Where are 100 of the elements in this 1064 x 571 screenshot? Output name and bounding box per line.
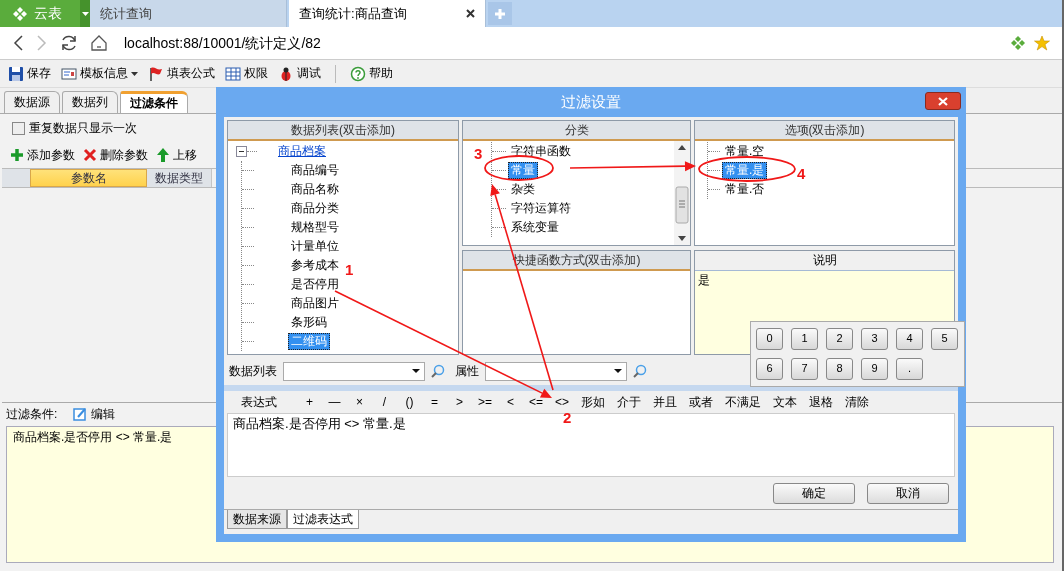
operator-button[interactable]: × [347, 394, 372, 410]
operator-button[interactable]: 退格 [803, 394, 840, 410]
tree-item[interactable]: 计量单位 [288, 238, 342, 255]
operator-button[interactable]: + [297, 394, 322, 410]
operator-button[interactable]: / [372, 394, 397, 410]
delete-icon [83, 148, 97, 162]
operator-button[interactable]: < [498, 394, 523, 410]
operator-button[interactable]: () [397, 394, 422, 410]
operator-button[interactable]: > [447, 394, 472, 410]
keypad-button[interactable]: 9 [861, 358, 888, 380]
tab[interactable]: 过滤表达式 [287, 510, 359, 529]
operator-button[interactable]: 形如 [575, 394, 612, 410]
tree-item[interactable]: 字符串函数 [508, 143, 574, 160]
select-field[interactable] [283, 361, 425, 381]
tree-item[interactable]: 商品档案 [275, 143, 329, 160]
tree-item[interactable]: 商品编号 [288, 162, 342, 179]
column-header[interactable]: 参数名 [30, 169, 147, 187]
column-header[interactable]: 数据类型 [147, 169, 212, 187]
toolbar-button[interactable]: 保存 [6, 65, 53, 82]
operator-button[interactable]: 介于 [611, 394, 648, 410]
keypad-button[interactable]: 2 [826, 328, 853, 350]
collapse-icon[interactable] [236, 146, 247, 157]
step-number: 1 [345, 261, 354, 278]
operator-button[interactable]: 不满足 [719, 394, 768, 410]
browser-tab[interactable]: 查询统计:商品查询 [289, 0, 486, 27]
field-label: 数据列表 [229, 363, 277, 379]
caret-icon [81, 11, 89, 16]
menu-dropdown[interactable] [80, 0, 90, 27]
keypad-button[interactable]: 0 [756, 328, 783, 350]
keypad-button[interactable]: . [896, 358, 923, 380]
operator-button[interactable]: = [422, 394, 447, 410]
dialog-title: 过滤设置 [561, 93, 621, 111]
toolbar-button[interactable]: 填表公式 [146, 65, 217, 82]
toolbar-button[interactable]: 添加参数 [10, 147, 75, 163]
close-icon[interactable] [466, 9, 475, 18]
toolbar-button[interactable]: 模板信息 [59, 65, 140, 82]
back-icon[interactable] [12, 34, 24, 52]
plus-icon [10, 148, 24, 162]
address-text[interactable]: localhost:88/10001/统计定义/82 [124, 34, 321, 52]
close-button[interactable] [925, 92, 961, 110]
scrollbar[interactable] [674, 141, 690, 245]
tree-item[interactable]: 常量.否 [722, 181, 768, 198]
grid-icon [225, 65, 241, 82]
browser-tab[interactable]: 统计查询 [90, 0, 287, 27]
dialog-button[interactable]: 取消 [867, 482, 949, 504]
operator-button[interactable]: <= [523, 394, 550, 410]
dialog-button[interactable]: 确定 [773, 482, 855, 504]
tree-item[interactable]: 是否停用 [288, 276, 342, 293]
select-field[interactable] [485, 361, 627, 381]
logo-icon[interactable] [1010, 35, 1026, 51]
edit-button[interactable]: 编辑 [73, 407, 116, 422]
keypad-button[interactable]: 5 [931, 328, 958, 350]
toolbar-button[interactable]: 权限 [223, 65, 270, 82]
step-number: 4 [797, 165, 806, 182]
tree-item[interactable]: 常量.空 [722, 143, 768, 160]
tree-item[interactable]: 字符运算符 [508, 200, 574, 217]
tree-item[interactable]: 规格型号 [288, 219, 342, 236]
tree-item[interactable]: 系统变量 [508, 219, 562, 236]
operator-button[interactable]: — [322, 394, 347, 410]
operator-button[interactable]: 表达式 [235, 394, 283, 410]
keypad-button[interactable]: 1 [791, 328, 818, 350]
tree-item[interactable]: 杂类 [508, 181, 538, 198]
tab[interactable]: 数据来源 [227, 510, 287, 529]
keypad-button[interactable]: 7 [791, 358, 818, 380]
operator-button[interactable]: 文本 [767, 394, 804, 410]
tree-item[interactable]: 商品名称 [288, 181, 342, 198]
reload-icon[interactable] [60, 34, 78, 52]
keypad-button[interactable]: 3 [861, 328, 888, 350]
operator-button[interactable]: >= [472, 394, 498, 410]
keypad-button[interactable]: 6 [756, 358, 783, 380]
toolbar-button[interactable]: 上移 [156, 147, 197, 163]
search-icon[interactable] [431, 364, 445, 378]
keypad-button[interactable]: 4 [896, 328, 923, 350]
caret-icon [614, 369, 622, 373]
tab[interactable]: 数据列 [62, 91, 118, 113]
logo-text: 云表 [34, 5, 62, 22]
close-icon [938, 96, 948, 106]
operator-button[interactable]: <> [549, 394, 576, 410]
panel-header: 分类 [463, 121, 690, 141]
edit-icon [73, 407, 88, 422]
caret-icon [412, 369, 420, 373]
star-icon[interactable] [1034, 35, 1050, 51]
toolbar-button[interactable]: 帮助 [348, 65, 395, 82]
tab[interactable]: 数据源 [4, 91, 60, 113]
checkbox[interactable] [12, 121, 25, 135]
field-label: 属性 [455, 363, 479, 379]
search-icon[interactable] [633, 364, 647, 378]
operator-button[interactable]: 并且 [647, 394, 684, 410]
panel-header: 数据列表(双击添加) [228, 121, 458, 141]
keypad-button[interactable]: 8 [826, 358, 853, 380]
toolbar-button[interactable]: 调试 [276, 65, 323, 82]
tree-item[interactable]: 商品分类 [288, 200, 342, 217]
operator-button[interactable]: 清除 [839, 394, 876, 410]
tree-item[interactable]: 条形码 [288, 314, 330, 331]
tree-item[interactable]: 参考成本 [288, 257, 342, 274]
operator-button[interactable]: 或者 [683, 394, 720, 410]
tree-item[interactable]: 商品图片 [288, 295, 342, 312]
home-icon[interactable] [90, 34, 108, 52]
tab[interactable]: 过滤条件 [120, 91, 188, 113]
toolbar-button[interactable]: 删除参数 [83, 147, 148, 163]
